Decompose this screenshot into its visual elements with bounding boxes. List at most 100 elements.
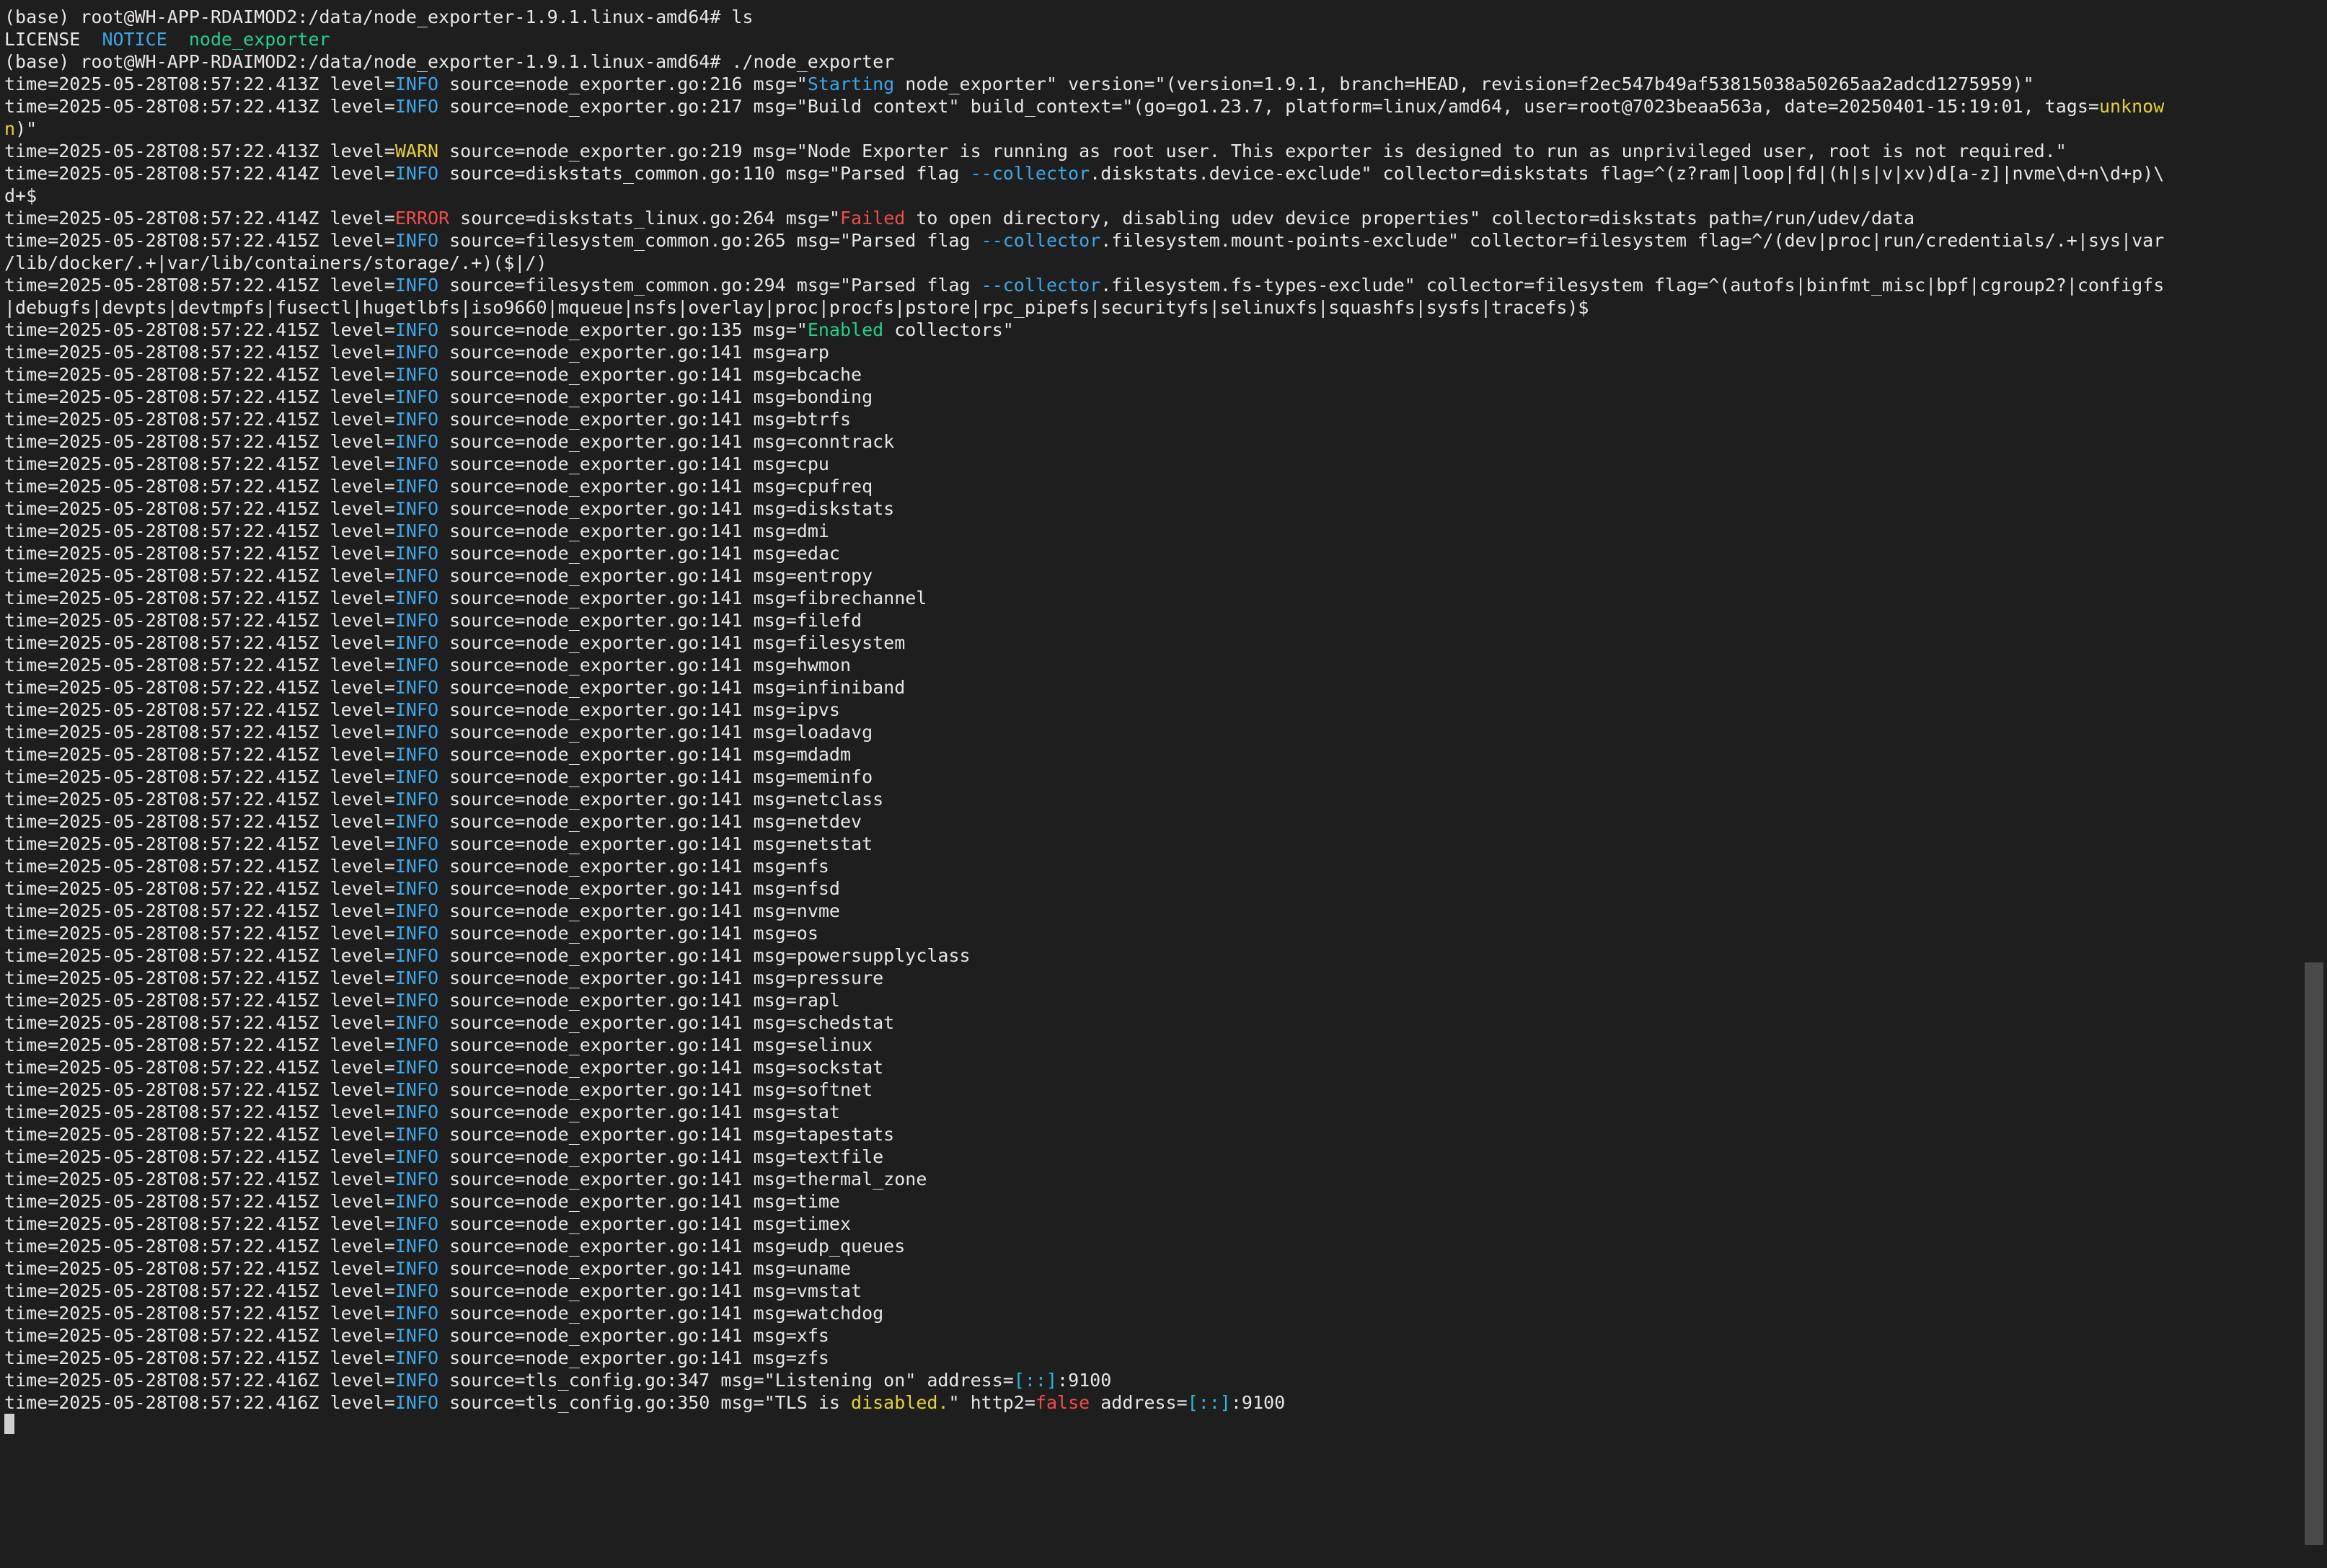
terminal-text-segment: time=2025-05-28T08:57:22.415Z level= — [4, 945, 395, 966]
terminal-text-segment: INFO — [394, 453, 439, 474]
terminal-text-segment: source=node_exporter.go:141 msg=hwmon — [438, 655, 852, 676]
terminal-text-segment: source=node_exporter.go:141 msg=btrfs — [438, 409, 852, 430]
terminal-text-segment: ERROR — [394, 208, 450, 229]
terminal-text-segment: INFO — [394, 275, 439, 296]
terminal-text-segment: time=2025-05-28T08:57:22.413Z level= — [4, 141, 395, 161]
terminal-line: time=2025-05-28T08:57:22.415Z level=INFO… — [4, 274, 2300, 296]
terminal-text-segment: source=node_exporter.go:141 msg=conntrac… — [438, 431, 895, 452]
terminal-text-segment: INFO — [394, 722, 439, 743]
terminal-text-segment: INFO — [394, 945, 439, 966]
scrollbar-track[interactable] — [2300, 0, 2327, 1568]
terminal-text-segment: time=2025-05-28T08:57:22.415Z level= — [4, 677, 395, 698]
terminal-text-segment: INFO — [394, 431, 439, 452]
scrollbar-thumb[interactable] — [2305, 962, 2323, 1545]
terminal-text-segment: source=node_exporter.go:141 msg=zfs — [438, 1347, 829, 1368]
terminal-text-segment: INFO — [394, 1236, 439, 1257]
terminal-text-segment: time=2025-05-28T08:57:22.415Z level= — [4, 923, 395, 944]
terminal-line: time=2025-05-28T08:57:22.415Z level=INFO… — [4, 1123, 2300, 1146]
terminal-text-segment: time=2025-05-28T08:57:22.415Z level= — [4, 1347, 395, 1368]
terminal-text-segment: source=node_exporter.go:141 msg=ipvs — [438, 699, 840, 720]
terminal-text-segment: INFO — [394, 1012, 439, 1033]
terminal-text-segment: INFO — [394, 1325, 439, 1346]
terminal-text-segment: INFO — [394, 833, 439, 854]
terminal-text-segment: time=2025-05-28T08:57:22.415Z level= — [4, 610, 395, 631]
terminal-line: |debugfs|devpts|devtmpfs|fusectl|hugetlb… — [4, 296, 2300, 319]
terminal-line: time=2025-05-28T08:57:22.415Z level=INFO… — [4, 1302, 2300, 1324]
terminal-text-segment: source=node_exporter.go:141 msg=softnet — [438, 1079, 873, 1100]
terminal-line: time=2025-05-28T08:57:22.415Z level=INFO… — [4, 341, 2300, 363]
terminal-text-segment: source=node_exporter.go:141 msg=bonding — [438, 386, 873, 407]
text-cursor — [4, 1414, 14, 1434]
terminal-text-segment: time=2025-05-28T08:57:22.413Z level= — [4, 74, 395, 94]
terminal-text-segment: INFO — [394, 163, 439, 184]
terminal-text-segment: [::] — [1013, 1370, 1058, 1391]
terminal-text-segment: false — [1035, 1392, 1090, 1413]
terminal-line: time=2025-05-28T08:57:22.415Z level=INFO… — [4, 319, 2300, 341]
terminal-line: time=2025-05-28T08:57:22.413Z level=INFO… — [4, 73, 2300, 95]
terminal-text-segment: source=node_exporter.go:217 msg="Build c… — [438, 96, 2099, 117]
terminal-line: time=2025-05-28T08:57:22.415Z level=INFO… — [4, 766, 2300, 788]
terminal-text-segment: time=2025-05-28T08:57:22.415Z level= — [4, 230, 395, 251]
terminal-line: time=2025-05-28T08:57:22.413Z level=INFO… — [4, 95, 2300, 118]
terminal-text-segment: INFO — [394, 610, 439, 631]
terminal-text-segment: time=2025-05-28T08:57:22.415Z level= — [4, 655, 395, 676]
terminal-text-segment: Failed — [839, 208, 906, 229]
terminal-line: time=2025-05-28T08:57:22.415Z level=INFO… — [4, 520, 2300, 542]
terminal-line: time=2025-05-28T08:57:22.415Z level=INFO… — [4, 1257, 2300, 1280]
terminal-text-segment: source=node_exporter.go:141 msg=netstat — [438, 833, 873, 854]
terminal-text-segment: INFO — [394, 1213, 439, 1234]
terminal-text-segment: INFO — [394, 1057, 439, 1078]
terminal-text-segment: time=2025-05-28T08:57:22.415Z level= — [4, 1213, 395, 1234]
terminal-text-segment: INFO — [394, 1191, 439, 1212]
terminal-text-segment: INFO — [394, 1280, 439, 1301]
terminal-line: time=2025-05-28T08:57:22.415Z level=INFO… — [4, 1168, 2300, 1190]
terminal-line: time=2025-05-28T08:57:22.414Z level=ERRO… — [4, 207, 2300, 229]
terminal-line: time=2025-05-28T08:57:22.415Z level=INFO… — [4, 721, 2300, 743]
terminal-text-segment: INFO — [394, 632, 439, 653]
terminal-prompt-line[interactable] — [4, 1414, 2300, 1436]
terminal-text-segment: INFO — [394, 744, 439, 765]
terminal-line: time=2025-05-28T08:57:22.415Z level=INFO… — [4, 833, 2300, 855]
terminal-text-segment: (base) root@WH-APP-RDAIMOD2:/data/node_e… — [4, 6, 754, 27]
terminal-line: time=2025-05-28T08:57:22.415Z level=INFO… — [4, 944, 2300, 967]
terminal-text-segment: .filesystem.mount-points-exclude" collec… — [1100, 230, 2165, 251]
terminal-text-segment: source=node_exporter.go:141 msg=sockstat — [438, 1057, 884, 1078]
terminal-text-segment: time=2025-05-28T08:57:22.415Z level= — [4, 319, 395, 340]
terminal-text-segment: --collector — [981, 230, 1101, 251]
terminal-text-segment: source=node_exporter.go:141 msg=dmi — [438, 521, 829, 541]
terminal-text-segment: time=2025-05-28T08:57:22.415Z level= — [4, 409, 395, 430]
terminal-line: time=2025-05-28T08:57:22.415Z level=INFO… — [4, 363, 2300, 386]
terminal-text-segment: INFO — [394, 565, 439, 586]
terminal-text-segment: time=2025-05-28T08:57:22.415Z level= — [4, 498, 395, 519]
terminal-text-segment: INFO — [394, 1347, 439, 1368]
terminal-text-segment: INFO — [394, 1392, 439, 1413]
terminal-text-segment: source=node_exporter.go:219 msg="Node Ex… — [438, 141, 2067, 161]
terminal-text-segment: INFO — [394, 811, 439, 832]
terminal-text-segment: INFO — [394, 1079, 439, 1100]
terminal-text-segment: source=node_exporter.go:141 msg=fibrecha… — [438, 588, 927, 608]
terminal-text-segment: time=2025-05-28T08:57:22.416Z level= — [4, 1370, 395, 1391]
terminal-line: time=2025-05-28T08:57:22.413Z level=WARN… — [4, 140, 2300, 162]
terminal-text-segment: INFO — [394, 990, 439, 1011]
terminal-text-segment: source=node_exporter.go:141 msg=entropy — [438, 565, 873, 586]
terminal-text-segment: .diskstats.device-exclude" collector=dis… — [1090, 163, 2165, 184]
terminal-line: time=2025-05-28T08:57:22.415Z level=INFO… — [4, 1190, 2300, 1213]
terminal-text-segment: time=2025-05-28T08:57:22.415Z level= — [4, 565, 395, 586]
terminal-text-segment: time=2025-05-28T08:57:22.415Z level= — [4, 364, 395, 385]
terminal-output[interactable]: (base) root@WH-APP-RDAIMOD2:/data/node_e… — [0, 0, 2300, 1568]
terminal-text-segment: /lib/docker/.+|var/lib/containers/storag… — [4, 252, 547, 273]
terminal-line: time=2025-05-28T08:57:22.415Z level=INFO… — [4, 453, 2300, 475]
terminal-text-segment: INFO — [394, 1169, 439, 1190]
terminal-text-segment: )" — [15, 118, 37, 139]
terminal-text-segment: INFO — [394, 96, 439, 117]
terminal-text-segment: source=filesystem_common.go:294 msg="Par… — [438, 275, 981, 296]
terminal-text-segment: source=tls_config.go:347 msg="Listening … — [438, 1370, 1014, 1391]
terminal-text-segment: source=node_exporter.go:141 msg=filesyst… — [438, 632, 906, 653]
terminal-line: /lib/docker/.+|var/lib/containers/storag… — [4, 252, 2300, 274]
terminal-text-segment: INFO — [394, 789, 439, 810]
terminal-line: time=2025-05-28T08:57:22.415Z level=INFO… — [4, 386, 2300, 408]
terminal-text-segment: INFO — [394, 900, 439, 921]
terminal-line: time=2025-05-28T08:57:22.415Z level=INFO… — [4, 810, 2300, 833]
terminal-line: time=2025-05-28T08:57:22.415Z level=INFO… — [4, 855, 2300, 877]
terminal-text-segment: time=2025-05-28T08:57:22.415Z level= — [4, 275, 395, 296]
